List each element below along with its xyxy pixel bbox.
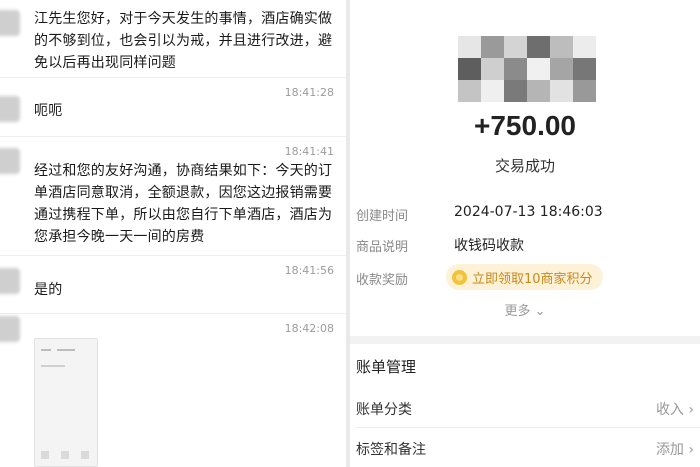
message-timestamp: 18:42:08 [284,322,334,335]
transaction-amount: +750.00 [474,110,576,141]
chat-message: 江先生您好，对于今天发生的事情，酒店确实做 的不够到位，也会引以为戒，并且进行改… [34,8,332,74]
more-toggle[interactable]: 更多 ⌄ [350,300,700,319]
more-label: 更多 [504,304,531,319]
divider [0,255,346,256]
claim-points-button[interactable]: 立即领取10商家积分 [446,264,603,290]
divider [356,427,700,428]
tags-notes-value: 添加 › [655,442,694,458]
collection-reward-label: 收款奖励 [356,273,409,288]
message-timestamp: 18:41:41 [284,145,334,158]
message-line: 的不够到位，也会引以为戒，并且进行改进，避 [34,33,333,49]
avatar[interactable] [0,96,20,122]
section-divider [350,336,700,344]
avatar[interactable] [0,148,20,174]
created-time-label: 创建时间 [356,209,409,224]
coin-icon [452,269,467,285]
message-line: 通过携程下单，所以由您自行下单酒店，酒店为 [34,207,333,223]
message-line: 免以后再出现同样问题 [34,55,176,71]
message-line: 是的 [34,282,63,298]
avatar[interactable] [0,10,20,36]
message-timestamp: 18:41:28 [284,86,334,99]
item-description-value: 收钱码收款 [454,238,524,254]
chat-panel: 江先生您好，对于今天发生的事情，酒店确实做 的不够到位，也会引以为戒，并且进行改… [0,0,346,467]
avatar[interactable] [0,316,20,342]
transaction-status: 交易成功 [494,157,555,175]
divider [0,313,346,314]
bill-management-title: 账单管理 [356,358,417,376]
message-line: 您承担今晚一天一间的房费 [34,229,205,245]
avatar[interactable] [0,268,20,294]
divider [0,77,346,78]
created-time-value: 2024-07-13 18:46:03 [454,204,603,220]
chat-message: 是的 [34,279,62,301]
tags-notes-label: 标签和备注 [356,442,426,458]
payment-detail-panel: +750.00 交易成功 创建时间 2024-07-13 18:46:03 商品… [350,0,700,467]
message-line: 呃呃 [34,103,63,119]
bill-category-value: 收入 › [655,402,694,418]
chat-message: 呃呃 [34,100,62,122]
chat-message: 经过和您的友好沟通，协商结果如下：今天的订 单酒店同意取消，全额退款，因您这边报… [34,160,332,248]
image-attachment[interactable] [34,338,98,467]
bill-category-label: 账单分类 [356,402,412,418]
item-description-label: 商品说明 [356,240,409,255]
claim-points-label: 立即领取10商家积分 [472,271,593,287]
chevron-down-icon: ⌄ [534,304,546,319]
blurred-avatar-icon [458,36,596,102]
message-line: 江先生您好，对于今天发生的事情，酒店确实做 [34,11,333,27]
message-line: 单酒店同意取消，全额退款，因您这边报销需要 [34,185,333,201]
divider [0,136,346,137]
message-line: 经过和您的友好沟通，协商结果如下：今天的订 [34,163,333,179]
message-timestamp: 18:41:56 [284,264,334,277]
